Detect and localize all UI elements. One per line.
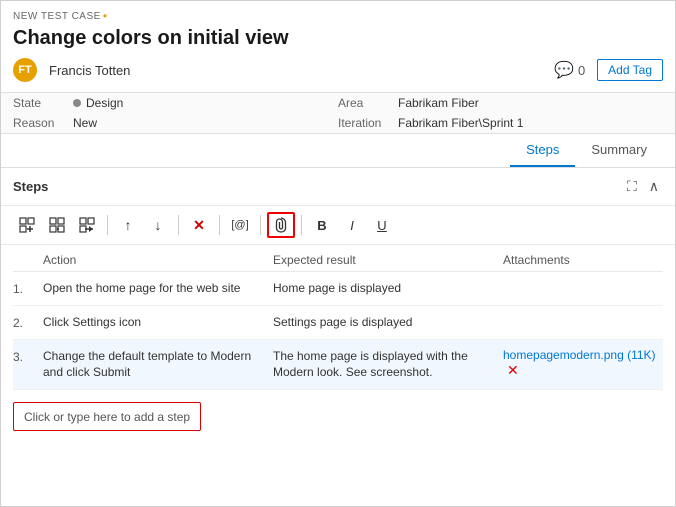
window-header: NEW TEST CASE • Change colors on initial… — [1, 1, 675, 93]
user-name: Francis Totten — [49, 63, 130, 78]
insert-step-button[interactable] — [13, 212, 41, 238]
iteration-label: Iteration — [338, 116, 398, 130]
steps-table: Action Expected result Attachments 1. Op… — [1, 245, 675, 394]
insert-step-action-icon — [79, 217, 95, 233]
table-row: 3. Change the default template to Modern… — [13, 340, 663, 391]
meta-row-2: Reason New Iteration Fabrikam Fiber\Spri… — [1, 113, 675, 133]
meta-row-1: State Design Area Fabrikam Fiber — [1, 93, 675, 113]
step-action-2[interactable]: Click Settings icon — [43, 314, 273, 331]
attachment-icon — [274, 217, 288, 233]
work-item-type-label: NEW TEST CASE • — [13, 9, 663, 23]
area-value: Fabrikam Fiber — [398, 96, 479, 110]
steps-section-title: Steps — [13, 179, 48, 194]
step-num-1: 1. — [13, 280, 43, 296]
tab-summary-label: Summary — [591, 142, 647, 157]
step-expected-3[interactable]: The home page is displayed with the Mode… — [273, 348, 503, 382]
move-down-button[interactable]: ↓ — [144, 212, 172, 238]
toolbar-sep-1 — [107, 215, 108, 235]
step-expected-1[interactable]: Home page is displayed — [273, 280, 503, 297]
avatar: FT — [13, 58, 37, 82]
add-tag-button[interactable]: Add Tag — [597, 59, 663, 81]
steps-col-headers: Action Expected result Attachments — [13, 249, 663, 272]
tabs-row: Steps Summary — [1, 134, 675, 168]
bold-icon: B — [317, 218, 326, 233]
table-row: 1. Open the home page for the web site H… — [13, 272, 663, 306]
toolbar-sep-2 — [178, 215, 179, 235]
insert-shared-steps-icon — [49, 217, 65, 233]
attachment-delete-icon[interactable]: ✕ — [507, 362, 519, 378]
comment-count-area: 💬 0 — [554, 60, 585, 80]
attachment-button[interactable] — [267, 212, 295, 238]
avatar-initials: FT — [18, 64, 31, 76]
step-action-3[interactable]: Change the default template to Modern an… — [43, 348, 273, 382]
comment-icon: 💬 — [554, 60, 574, 80]
user-bar: FT Francis Totten 💬 0 Add Tag — [13, 58, 663, 92]
state-value: Design — [73, 96, 123, 110]
step-action-1[interactable]: Open the home page for the web site — [43, 280, 273, 297]
underline-icon: U — [377, 218, 386, 233]
title-bar: Change colors on initial view — [13, 27, 663, 50]
state-dot — [73, 99, 81, 107]
delete-icon: ✕ — [193, 217, 205, 234]
comment-count-value: 0 — [578, 63, 585, 78]
unsaved-indicator: • — [103, 9, 108, 23]
table-row: 2. Click Settings icon Settings page is … — [13, 306, 663, 340]
italic-button[interactable]: I — [338, 212, 366, 238]
iteration-value: Fabrikam Fiber\Sprint 1 — [398, 116, 523, 130]
state-text: Design — [86, 96, 123, 110]
step-expected-2[interactable]: Settings page is displayed — [273, 314, 503, 331]
reason-col: Reason New — [13, 116, 338, 130]
tab-summary[interactable]: Summary — [575, 134, 663, 167]
tab-steps-label: Steps — [526, 142, 559, 157]
move-up-button[interactable]: ↑ — [114, 212, 142, 238]
toolbar: ↑ ↓ ✕ [@] B I — [1, 206, 675, 245]
col-header-expected: Expected result — [273, 253, 503, 267]
col-header-attachments: Attachments — [503, 253, 663, 267]
move-down-icon: ↓ — [155, 217, 162, 233]
content-area: Steps ⛶ ∧ — [1, 168, 675, 506]
ref-icon: [@] — [231, 219, 248, 231]
steps-header: Steps ⛶ ∧ — [1, 168, 675, 206]
italic-icon: I — [350, 218, 354, 233]
state-label: State — [13, 96, 73, 110]
col-header-action: Action — [43, 253, 273, 267]
delete-button[interactable]: ✕ — [185, 212, 213, 238]
toolbar-sep-4 — [260, 215, 261, 235]
step-num-3: 3. — [13, 348, 43, 364]
underline-button[interactable]: U — [368, 212, 396, 238]
collapse-icon[interactable]: ∧ — [645, 176, 663, 197]
step-num-2: 2. — [13, 314, 43, 330]
insert-step-action-button[interactable] — [73, 212, 101, 238]
toolbar-sep-5 — [301, 215, 302, 235]
toolbar-sep-3 — [219, 215, 220, 235]
add-step-area[interactable]: Click or type here to add a step — [13, 402, 201, 431]
area-label: Area — [338, 96, 398, 110]
state-col: State Design — [13, 96, 338, 110]
ref-button[interactable]: [@] — [226, 212, 254, 238]
iteration-col: Iteration Fabrikam Fiber\Sprint 1 — [338, 116, 663, 130]
steps-controls: ⛶ ∧ — [623, 176, 663, 197]
page-title: Change colors on initial view — [13, 27, 289, 50]
expand-icon[interactable]: ⛶ — [623, 176, 641, 197]
insert-shared-steps-button[interactable] — [43, 212, 71, 238]
add-step-text: Click or type here to add a step — [24, 410, 190, 424]
attachment-link[interactable]: homepagemodern.png (11K) — [503, 348, 656, 362]
bold-button[interactable]: B — [308, 212, 336, 238]
reason-value: New — [73, 116, 97, 130]
tab-steps[interactable]: Steps — [510, 134, 575, 167]
type-text: NEW TEST CASE — [13, 11, 101, 22]
meta-section: State Design Area Fabrikam Fiber Reason … — [1, 93, 675, 134]
area-col: Area Fabrikam Fiber — [338, 96, 663, 110]
step-attachment-3: homepagemodern.png (11K) ✕ — [503, 348, 663, 379]
col-header-num — [13, 253, 43, 267]
insert-step-icon — [19, 217, 35, 233]
reason-label: Reason — [13, 116, 73, 130]
main-window: NEW TEST CASE • Change colors on initial… — [0, 0, 676, 507]
move-up-icon: ↑ — [125, 217, 132, 233]
